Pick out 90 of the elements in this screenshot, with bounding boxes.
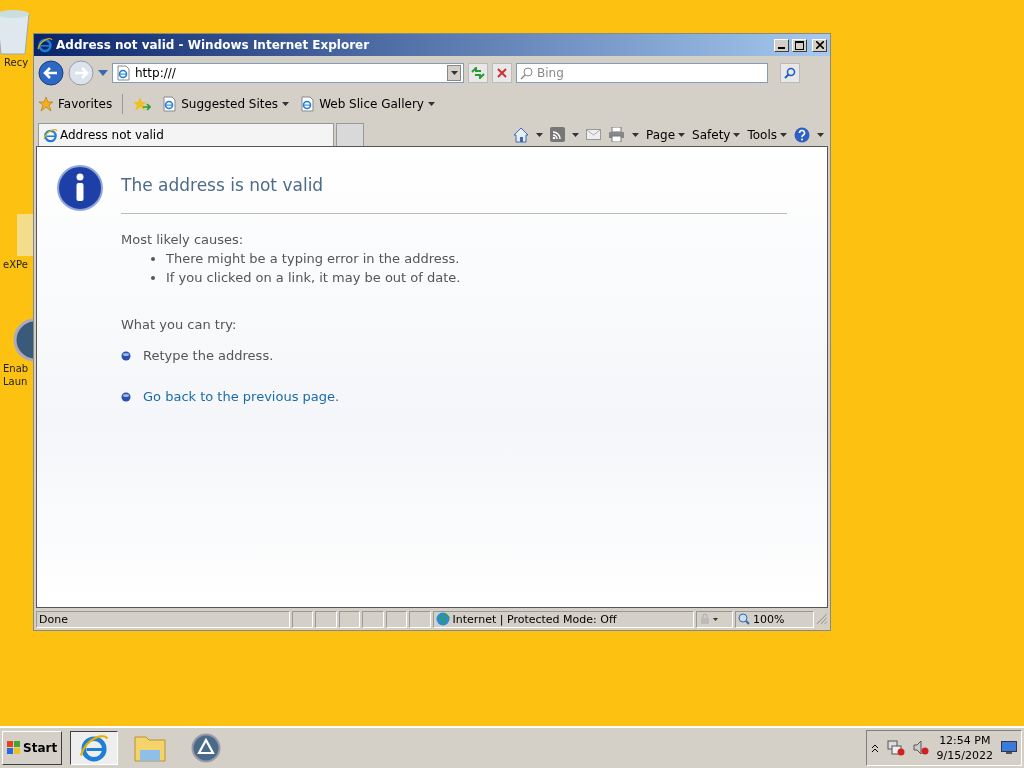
bullet-icon <box>121 391 131 402</box>
command-menu-button[interactable]: Tools <box>747 127 787 142</box>
page-icon <box>161 96 178 112</box>
status-bar-pane <box>315 610 337 628</box>
bullet-icon <box>151 256 155 261</box>
search-field[interactable]: Bing <box>516 63 768 83</box>
ie-logo-icon <box>43 127 58 143</box>
command-menu-button[interactable]: Page <box>646 127 686 142</box>
lock-icon[interactable] <box>698 613 719 625</box>
desktop-icon-label[interactable]: Laun <box>3 375 28 388</box>
try-heading: What you can try: <box>121 317 238 332</box>
help-icon[interactable] <box>794 126 810 143</box>
windows-logo-icon <box>7 741 21 755</box>
star-icon <box>38 96 54 112</box>
maximize-button[interactable] <box>792 38 807 52</box>
refresh-button[interactable] <box>468 63 488 83</box>
status-text: Done <box>36 610 290 628</box>
caret-icon <box>450 71 458 75</box>
bullet-icon <box>121 350 131 361</box>
desktop-icon-label[interactable]: eXPe <box>3 258 28 271</box>
caret-icon <box>733 132 741 137</box>
feeds-icon[interactable] <box>550 127 565 142</box>
recent-pages-caret-icon[interactable] <box>98 70 108 76</box>
start-button[interactable]: Start <box>2 731 63 765</box>
address-field[interactable]: http:/// <box>112 63 464 83</box>
caret-icon <box>282 102 290 106</box>
security-zone-text: Internet | Protected Mode: Off <box>432 610 694 628</box>
status-bar-pane <box>385 610 408 628</box>
caret-icon <box>817 132 824 137</box>
caret-icon <box>427 102 435 106</box>
add-to-favorites-bar-icon[interactable] <box>133 96 152 112</box>
launcher-icon <box>13 318 33 362</box>
status-bar-pane <box>338 610 361 628</box>
go-back-link[interactable]: Go back to the previous page. <box>143 389 340 404</box>
mail-icon[interactable] <box>586 129 601 140</box>
ie-logo-icon <box>37 37 53 53</box>
launcher-icon <box>191 733 222 763</box>
clock-time: 12:54 PM <box>939 733 991 748</box>
minimize-button[interactable] <box>774 38 789 52</box>
favorites-bar-item[interactable]: Web Slice Gallery <box>299 96 435 112</box>
cause-item: If you clicked on a link, it may be out of date. <box>166 270 461 285</box>
search-icon <box>520 66 533 80</box>
show-hidden-icons-icon[interactable] <box>870 743 879 753</box>
status-bar-pane <box>409 610 431 628</box>
desktop-icon-label[interactable]: Recy <box>4 56 29 69</box>
address-dropdown-button[interactable] <box>447 65 461 81</box>
caret-icon <box>632 132 639 137</box>
status-bar-pane <box>291 610 314 628</box>
cause-item: There might be a typing error in the address. <box>166 251 460 266</box>
causes-heading: Most likely causes: <box>121 232 245 247</box>
window-title: Address not valid - Windows Internet Explorer <box>56 38 371 52</box>
show-desktop-icon[interactable] <box>1001 741 1017 755</box>
command-menu-button[interactable]: Safety <box>692 127 741 142</box>
error-heading: The address is not valid <box>121 175 787 214</box>
favorites-button[interactable]: Favorites <box>38 96 113 112</box>
back-button[interactable] <box>38 60 64 86</box>
page-icon <box>299 96 316 112</box>
browser-tab[interactable]: Address not valid <box>38 123 334 146</box>
close-button[interactable] <box>812 38 827 52</box>
caret-icon <box>536 132 543 137</box>
info-icon <box>57 165 103 211</box>
globe-icon <box>435 612 450 626</box>
close-icon <box>815 41 824 49</box>
zoom-icon <box>737 613 750 625</box>
caret-icon <box>780 132 787 137</box>
printer-icon[interactable] <box>608 127 625 142</box>
zoom-level-text[interactable]: 100% <box>734 610 815 628</box>
caret-icon <box>678 132 686 137</box>
search-button[interactable] <box>780 63 800 83</box>
resize-grip-icon[interactable] <box>816 613 829 625</box>
status-bar-pane <box>362 610 384 628</box>
clock-date: 9/15/2022 <box>936 748 993 763</box>
bullet-icon <box>151 275 155 280</box>
page-icon <box>115 65 131 81</box>
home-icon[interactable] <box>513 126 529 143</box>
folder-icon <box>134 734 167 762</box>
taskbar-browser-button[interactable] <box>70 731 119 765</box>
favorites-bar-item[interactable]: Suggested Sites <box>161 96 290 112</box>
caret-icon <box>572 132 579 137</box>
stop-button[interactable] <box>492 63 512 83</box>
volume-muted-icon[interactable] <box>912 740 929 756</box>
suggestion-text: Retype the address. <box>143 348 274 363</box>
desktop-icon-label[interactable]: Enab <box>3 362 29 375</box>
maximize-icon <box>795 40 804 50</box>
recycle-bin-icon <box>0 8 33 56</box>
refresh-icon <box>471 67 485 79</box>
ie-logo-icon <box>79 733 110 763</box>
network-error-icon[interactable] <box>886 740 905 756</box>
stop-icon <box>497 68 507 78</box>
search-icon <box>784 67 796 79</box>
